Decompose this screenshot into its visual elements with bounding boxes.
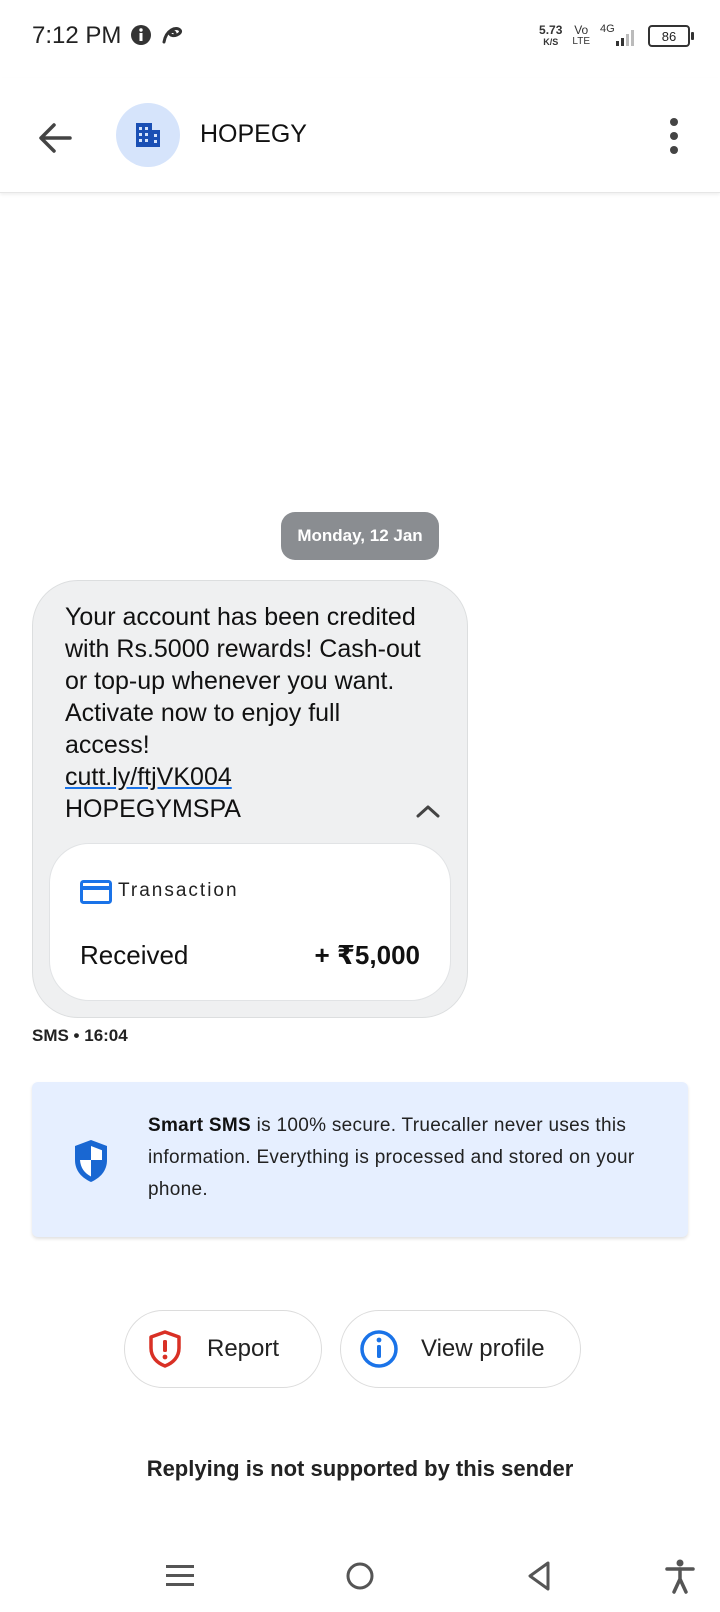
more-options-button[interactable]	[668, 116, 680, 156]
shield-icon	[75, 1140, 107, 1182]
sender-name[interactable]: HOPEGY	[200, 120, 307, 149]
status-system-icons: 5.73 K/S Vo LTE 4G 86	[539, 23, 694, 48]
back-triangle-icon[interactable]	[522, 1558, 558, 1594]
security-info-bold: Smart SMS	[148, 1115, 252, 1136]
battery-level: 86	[661, 28, 677, 44]
view-profile-label: View profile	[421, 1335, 545, 1362]
message-signature: HOPEGYMSPA	[65, 795, 241, 823]
back-button[interactable]	[32, 114, 80, 162]
message-bubble[interactable]: Your account has been credited with Rs.5…	[32, 580, 468, 1018]
reply-not-supported-note: Replying is not supported by this sender	[146, 1456, 574, 1481]
collapse-button[interactable]	[413, 799, 443, 823]
menu-icon[interactable]	[162, 1558, 198, 1594]
volte-bottom: LTE	[572, 36, 590, 47]
signal-icon: 4G	[600, 23, 638, 47]
security-info-box: Smart SMS is 100% secure. Truecaller nev…	[32, 1082, 688, 1237]
volte-indicator: Vo LTE	[572, 24, 590, 48]
battery-icon: 86	[648, 25, 694, 47]
net-speed-unit: K/S	[543, 37, 559, 47]
transaction-amount: + ₹5,000	[314, 940, 420, 970]
security-info-text: Smart SMS is 100% secure. Truecaller nev…	[148, 1110, 658, 1206]
transaction-label: Transaction	[118, 880, 239, 901]
status-time: 7:12 PM	[32, 22, 122, 49]
report-button[interactable]: Report	[124, 1310, 322, 1388]
chevron-up-icon	[416, 805, 440, 818]
sender-avatar[interactable]	[116, 103, 180, 167]
conversation-header: HOPEGY	[0, 78, 720, 193]
message-body: Your account has been credited with Rs.5…	[65, 603, 421, 759]
status-notification-icons	[130, 24, 184, 46]
more-vert-icon	[670, 118, 678, 154]
report-label: Report	[207, 1335, 280, 1362]
volte-top: Vo	[574, 23, 589, 37]
info-notification-icon	[131, 25, 151, 45]
system-navigation-bar	[0, 1540, 720, 1612]
net-speed-value: 5.73	[539, 23, 563, 37]
date-chip: Monday, 12 Jan	[281, 512, 439, 560]
transaction-card[interactable]: Transaction Received + ₹5,000	[49, 843, 451, 1001]
view-profile-button[interactable]: View profile	[340, 1310, 581, 1388]
transaction-status: Received	[80, 940, 189, 970]
building-icon	[136, 123, 160, 147]
credit-card-icon	[80, 880, 112, 904]
info-icon	[360, 1330, 398, 1368]
accessibility-icon[interactable]	[662, 1558, 698, 1594]
airtel-app-icon	[162, 27, 183, 44]
message-meta: SMS • 16:04	[32, 1026, 128, 1045]
home-icon[interactable]	[342, 1558, 378, 1594]
report-shield-icon	[149, 1330, 181, 1368]
network-speed: 5.73 K/S	[539, 24, 562, 48]
message-link[interactable]: cutt.ly/ftjVK004	[65, 763, 232, 791]
message-text: Your account has been credited with Rs.5…	[65, 601, 425, 825]
arrow-left-icon	[39, 123, 72, 153]
